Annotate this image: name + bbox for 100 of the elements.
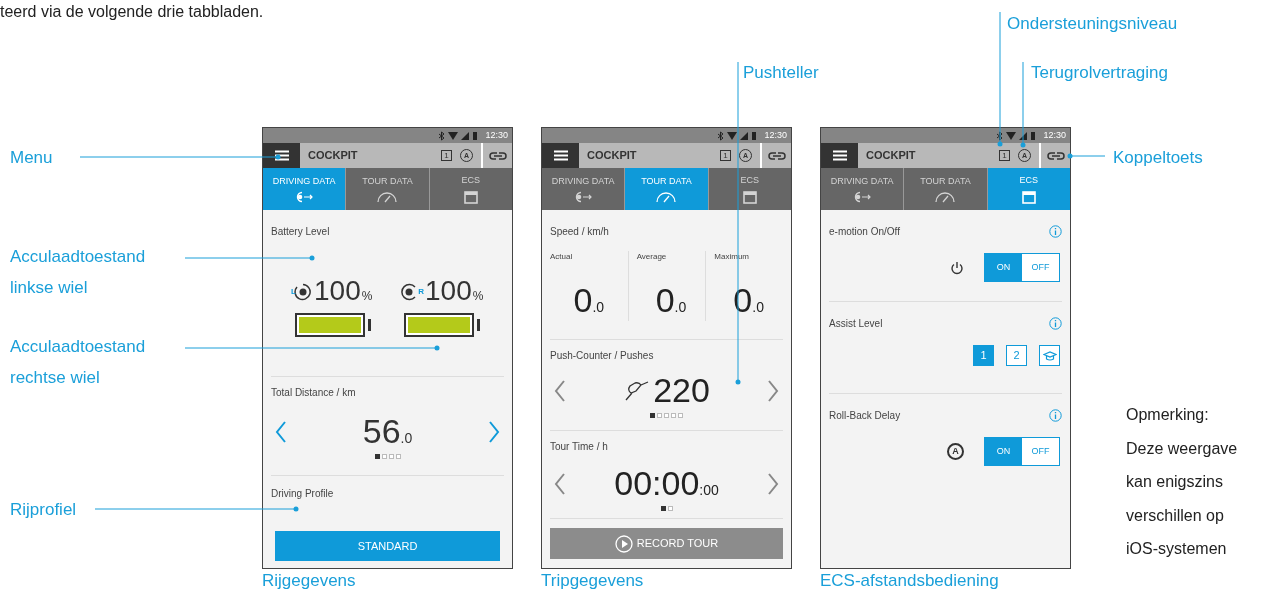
status-time: 12:30 xyxy=(485,128,508,142)
calendar-icon xyxy=(742,190,757,204)
battery-percent: 100 xyxy=(425,277,472,305)
tab[interactable]: DRIVING DATA xyxy=(263,168,347,210)
push-count: 220 xyxy=(653,373,710,409)
gauge-icon xyxy=(655,191,678,204)
wheel-icon xyxy=(852,191,873,204)
on-off-switch[interactable]: ON OFF xyxy=(984,253,1060,282)
screen-caption: Rijgegevens xyxy=(262,570,357,592)
tab[interactable]: TOUR DATA xyxy=(625,168,709,210)
callout-label: Acculaadtoestand linkse wiel xyxy=(10,246,147,299)
wheel-icon xyxy=(400,283,419,301)
tab[interactable]: DRIVING DATA xyxy=(821,168,905,210)
chevron-right-icon[interactable] xyxy=(767,473,779,495)
assist-level-indicator: 1 xyxy=(441,150,452,161)
info-icon[interactable] xyxy=(1049,317,1062,330)
tab[interactable]: DRIVING DATA xyxy=(542,168,626,210)
graduation-cap-icon xyxy=(1042,350,1057,361)
callout-label: Pushteller xyxy=(743,62,819,84)
info-icon[interactable] xyxy=(1049,409,1062,422)
on-off-switch[interactable]: ON OFF xyxy=(984,437,1060,466)
speed-label: Average xyxy=(636,251,668,263)
record-tour-button[interactable]: RECORD TOUR xyxy=(550,528,783,559)
tab[interactable]: TOUR DATA xyxy=(904,168,988,210)
wheel-icon xyxy=(294,191,315,204)
chevron-left-icon[interactable] xyxy=(554,380,566,402)
battery-percent: 100 xyxy=(314,277,361,305)
app-title: COCKPIT xyxy=(308,148,359,164)
wheel-icon xyxy=(573,191,594,204)
learning-mode-button[interactable] xyxy=(1039,345,1060,366)
section-title: Push-Counter / Pushes xyxy=(550,349,655,363)
section-title: Total Distance / km xyxy=(271,386,357,400)
menu-button[interactable] xyxy=(542,143,579,168)
tab[interactable]: ECS xyxy=(708,168,791,210)
section-title: Battery Level xyxy=(271,225,331,239)
on-option[interactable]: ON xyxy=(985,254,1022,281)
speed-label: Actual xyxy=(550,251,574,263)
menu-icon xyxy=(553,150,568,161)
leader-line xyxy=(1067,153,1106,159)
menu-icon xyxy=(274,150,289,161)
app-title: COCKPIT xyxy=(866,148,917,164)
link-button[interactable] xyxy=(760,143,791,168)
link-button[interactable] xyxy=(481,143,512,168)
callout-label: Ondersteuningsniveau xyxy=(1007,13,1178,35)
menu-button[interactable] xyxy=(263,143,300,168)
assist-level-option[interactable]: 1 xyxy=(973,345,994,366)
chevron-left-icon[interactable] xyxy=(275,421,287,443)
menu-icon xyxy=(832,150,847,161)
screen-caption: Tripgegevens xyxy=(541,570,645,592)
chevron-right-icon[interactable] xyxy=(488,421,500,443)
link-button[interactable] xyxy=(1039,143,1070,168)
intro-text: teerd via de volgende drie tabbladen. xyxy=(0,2,264,22)
callout-label: Rijprofiel xyxy=(10,499,77,521)
gauge-icon xyxy=(376,191,399,204)
section-title: Speed / km/h xyxy=(550,225,610,239)
percent-unit: % xyxy=(361,288,373,305)
wheel-side-label: R xyxy=(418,286,425,298)
callout-label: Menu xyxy=(10,147,53,169)
profile-button[interactable]: STANDARD xyxy=(275,531,500,561)
section-title: Tour Time / h xyxy=(550,440,609,454)
tab[interactable]: TOUR DATA xyxy=(346,168,430,210)
section-title: Roll-Back Delay xyxy=(829,409,901,423)
menu-button[interactable] xyxy=(821,143,858,168)
wheel-side-label: L xyxy=(291,286,296,298)
off-option[interactable]: OFF xyxy=(1022,254,1059,281)
speed-value: 0.0 xyxy=(733,283,764,319)
speed-value: 0.0 xyxy=(573,283,605,319)
link-icon xyxy=(488,151,507,160)
info-icon[interactable] xyxy=(1049,225,1062,238)
note-text: Opmerking: Deze weergave kan enigszins verschillen op iOS-systemen xyxy=(1126,405,1238,559)
callout-label: Acculaadtoestand rechtse wiel xyxy=(10,336,147,389)
off-option[interactable]: OFF xyxy=(1022,438,1059,465)
screen-caption: ECS-afstandsbediening xyxy=(820,570,1000,592)
on-option[interactable]: ON xyxy=(985,438,1022,465)
percent-unit: % xyxy=(472,288,484,305)
link-icon xyxy=(767,151,786,160)
status-time: 12:30 xyxy=(764,128,787,142)
wheel-icon xyxy=(294,283,313,301)
assist-level-indicator: 1 xyxy=(999,150,1010,161)
status-time: 12:30 xyxy=(1043,128,1066,142)
assist-level-option[interactable]: 2 xyxy=(1006,345,1027,366)
section-title: Assist Level xyxy=(829,317,883,331)
calendar-icon xyxy=(463,190,478,204)
chevron-left-icon[interactable] xyxy=(554,473,566,495)
power-icon xyxy=(950,260,964,275)
link-icon xyxy=(1046,151,1065,160)
chevron-right-icon[interactable] xyxy=(767,380,779,402)
calendar-icon xyxy=(1021,190,1036,204)
play-icon xyxy=(614,534,633,553)
section-title: e-motion On/Off xyxy=(829,225,900,239)
speed-value: 0.0 xyxy=(655,283,687,319)
gauge-icon xyxy=(934,191,957,204)
assist-level-indicator: 1 xyxy=(720,150,731,161)
distance-value: 56.0 xyxy=(362,414,413,450)
rollback-symbol: A xyxy=(947,443,964,460)
tab[interactable]: ECS xyxy=(987,168,1070,210)
section-title: Driving Profile xyxy=(271,487,335,501)
app-title: COCKPIT xyxy=(587,148,638,164)
callout-label: Terugrolvertraging xyxy=(1031,62,1168,84)
tab[interactable]: ECS xyxy=(429,168,512,210)
